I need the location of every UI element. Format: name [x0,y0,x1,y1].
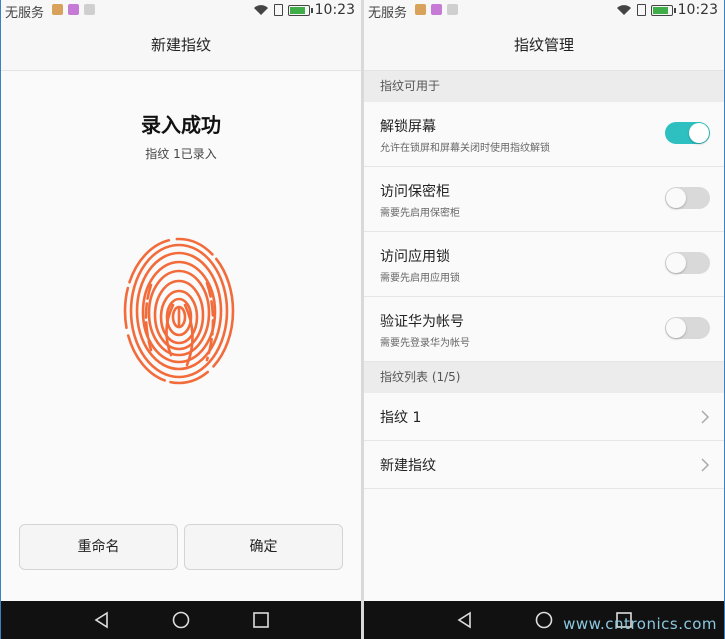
setting-subtitle: 允许在锁屏和屏幕关闭时使用指纹解锁 [380,143,550,154]
navigation-bar [1,601,361,639]
back-icon[interactable] [93,611,111,629]
watermark-text: www.cntronics.com [563,615,717,633]
wifi-icon [253,5,268,15]
settings-panel: 指纹可用于 解锁屏幕 允许在锁屏和屏幕关闭时使用指纹解锁 访问保密柜 需要先启用… [364,71,724,601]
home-icon[interactable] [535,611,553,629]
page-title: 指纹管理 [364,20,724,71]
back-icon[interactable] [456,611,474,629]
unlock-screen-toggle[interactable] [665,122,710,144]
chevron-right-icon [701,458,710,472]
success-title: 录入成功 [141,113,221,137]
notification-icons [415,4,458,15]
setting-title: 访问保密柜 [380,184,450,200]
confirm-button[interactable]: 确定 [184,524,343,570]
notification-icons [52,4,95,15]
home-icon[interactable] [172,611,190,629]
list-item-title: 新建指纹 [380,458,436,474]
chevron-right-icon [701,410,710,424]
sim-icon [273,4,283,16]
section-header-usage: 指纹可用于 [364,71,724,102]
wifi-icon [616,5,631,15]
setting-access-app-lock[interactable]: 访问应用锁 需要先启用应用锁 [364,232,724,297]
phone-screen-new-fingerprint: 无服务 10:23 新建指纹 录入成功 指纹 1已录入 重命名 确定 [0,0,361,639]
notification-app-icon [84,4,95,15]
notification-app-icon [447,4,458,15]
status-bar: 无服务 10:23 [1,0,361,21]
setting-subtitle: 需要先启用应用锁 [380,273,460,284]
setting-subtitle: 需要先启用保密柜 [380,208,460,219]
setting-verify-huawei-account[interactable]: 验证华为帐号 需要先登录华为帐号 [364,297,724,362]
rename-button[interactable]: 重命名 [19,524,178,570]
carrier-label: 无服务 [5,6,45,21]
page-title: 新建指纹 [1,20,361,71]
setting-access-safe[interactable]: 访问保密柜 需要先启用保密柜 [364,167,724,232]
notification-app-icon [415,4,426,15]
setting-title: 访问应用锁 [380,249,450,265]
verify-huawei-account-toggle[interactable] [665,317,710,339]
battery-icon [287,4,313,16]
sim-icon [636,4,646,16]
recents-icon[interactable] [252,611,270,629]
notification-app-icon [431,4,442,15]
status-right: 10:23 [616,2,718,18]
clock: 10:23 [677,2,718,18]
setting-title: 验证华为帐号 [380,314,464,330]
battery-icon [650,4,676,16]
enroll-result-panel: 录入成功 指纹 1已录入 重命名 确定 [1,71,361,601]
list-item-new-fingerprint[interactable]: 新建指纹 [364,441,724,489]
list-item-title: 指纹 1 [380,410,422,426]
setting-unlock-screen[interactable]: 解锁屏幕 允许在锁屏和屏幕关闭时使用指纹解锁 [364,102,724,167]
phone-screen-fingerprint-management: 无服务 10:23 指纹管理 指纹可用于 解锁屏幕 允许在锁屏和屏幕关闭时使用指… [364,0,725,639]
action-button-row: 重命名 确定 [19,524,343,570]
notification-app-icon [52,4,63,15]
setting-title: 解锁屏幕 [380,119,436,135]
clock: 10:23 [314,2,355,18]
success-subtitle: 指纹 1已录入 [145,147,217,161]
screenshot-stage: 无服务 10:23 新建指纹 录入成功 指纹 1已录入 重命名 确定 无服务 1… [0,0,725,639]
notification-app-icon [68,4,79,15]
access-safe-toggle[interactable] [665,187,710,209]
carrier-label: 无服务 [368,6,408,21]
list-item-fingerprint-1[interactable]: 指纹 1 [364,393,724,441]
fingerprint-icon [123,237,235,385]
status-right: 10:23 [253,2,355,18]
setting-subtitle: 需要先登录华为帐号 [380,338,470,349]
section-header-fingerprint-list: 指纹列表 (1/5) [364,362,724,393]
access-app-lock-toggle[interactable] [665,252,710,274]
status-bar: 无服务 10:23 [364,0,724,21]
